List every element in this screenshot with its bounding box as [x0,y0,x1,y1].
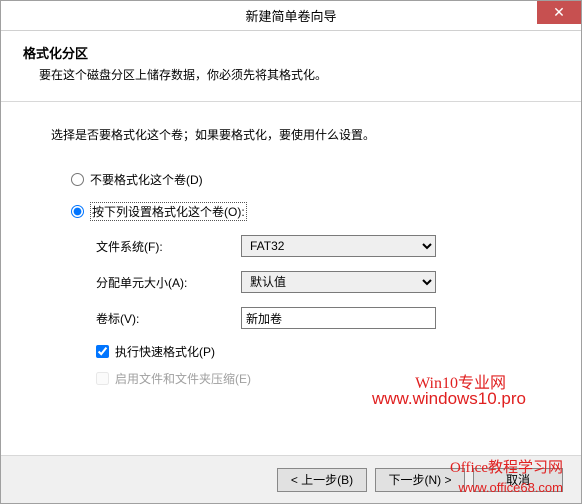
filesystem-select[interactable]: FAT32 [241,235,436,257]
alloc-select[interactable]: 默认值 [241,271,436,293]
close-button[interactable]: ✕ [537,1,581,24]
back-button[interactable]: < 上一步(B) [277,468,367,492]
header-title: 格式化分区 [23,43,559,62]
format-fields: 文件系统(F): FAT32 分配单元大小(A): 默认值 卷标(V): [51,235,531,387]
alloc-label: 分配单元大小(A): [96,274,241,291]
filesystem-label: 文件系统(F): [96,238,241,255]
compress-label: 启用文件和文件夹压缩(E) [115,370,251,387]
alloc-row: 分配单元大小(A): 默认值 [96,271,531,293]
radio-no-format-input[interactable] [71,173,84,186]
format-radio-group: 不要格式化这个卷(D) 按下列设置格式化这个卷(O): 文件系统(F): FAT… [51,171,531,387]
window-title: 新建简单卷向导 [1,6,581,25]
main-panel: 选择是否要格式化这个卷；如果要格式化，要使用什么设置。 不要格式化这个卷(D) … [1,102,581,407]
watermark-text-4: www.office68.com [458,480,563,495]
radio-format[interactable]: 按下列设置格式化这个卷(O): [51,202,531,221]
radio-no-format-label: 不要格式化这个卷(D) [90,171,203,188]
close-icon: ✕ [553,4,565,21]
quick-format-label: 执行快速格式化(P) [115,343,215,360]
volume-input[interactable] [241,307,436,329]
quick-format-checkbox[interactable]: 执行快速格式化(P) [96,343,531,360]
quick-format-input[interactable] [96,345,109,358]
titlebar: 新建简单卷向导 ✕ [1,1,581,31]
header-desc: 要在这个磁盘分区上储存数据，你必须先将其格式化。 [23,66,559,83]
watermark-text-3: Office教程学习网 [450,456,563,477]
volume-label: 卷标(V): [96,310,241,327]
filesystem-row: 文件系统(F): FAT32 [96,235,531,257]
instruction-text: 选择是否要格式化这个卷；如果要格式化，要使用什么设置。 [51,126,531,143]
header: 格式化分区 要在这个磁盘分区上储存数据，你必须先将其格式化。 [1,31,581,101]
volume-row: 卷标(V): [96,307,531,329]
radio-format-label: 按下列设置格式化这个卷(O): [90,202,247,221]
radio-no-format[interactable]: 不要格式化这个卷(D) [51,171,531,188]
radio-format-input[interactable] [71,205,84,218]
watermark-text-2: www.windows10.pro [372,389,526,409]
compress-input [96,372,109,385]
